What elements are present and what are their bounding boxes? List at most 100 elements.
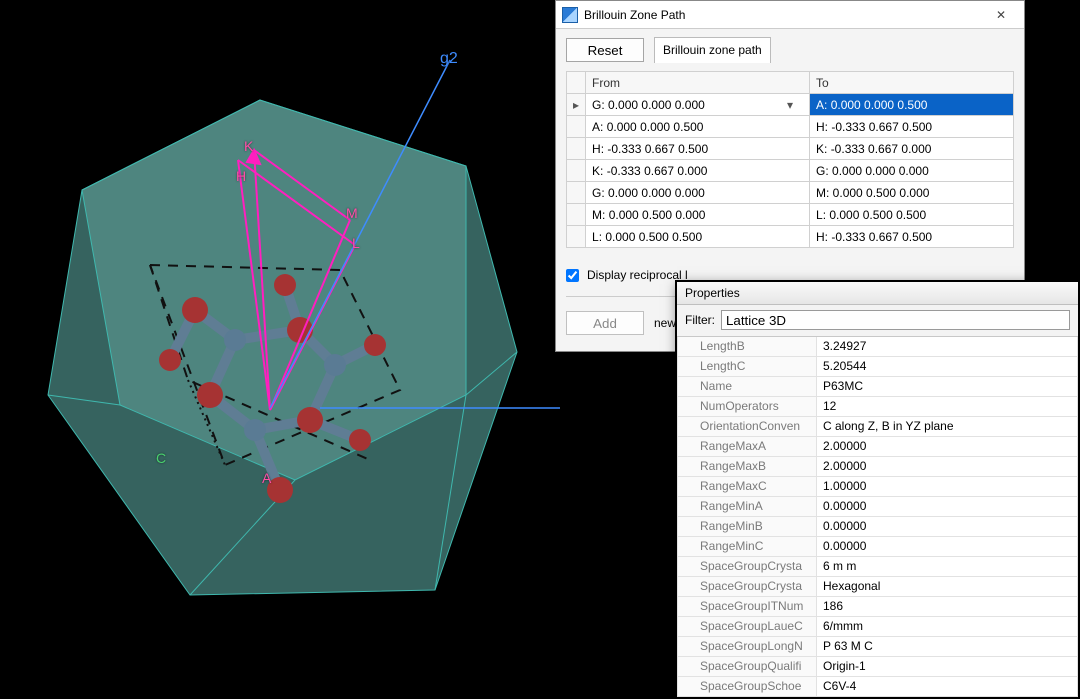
close-icon[interactable]: ✕ bbox=[984, 5, 1018, 25]
table-row[interactable]: G: 0.000 0.000 0.000M: 0.000 0.500 0.000 bbox=[567, 182, 1014, 204]
kpath-table[interactable]: From To ▸G: 0.000 0.000 0.000▾A: 0.000 0… bbox=[566, 71, 1014, 248]
properties-title: Properties bbox=[677, 282, 1078, 305]
table-row[interactable]: A: 0.000 0.000 0.500H: -0.333 0.667 0.50… bbox=[567, 116, 1014, 138]
property-key: LengthC bbox=[677, 357, 817, 377]
display-reciprocal-label: Display reciprocal l bbox=[587, 268, 688, 282]
property-row[interactable]: SpaceGroupCrysta6 m m bbox=[677, 557, 1078, 577]
property-value[interactable]: Hexagonal bbox=[817, 577, 1078, 597]
property-value[interactable]: 0.00000 bbox=[817, 537, 1078, 557]
axis-label-g2: g2 bbox=[440, 50, 458, 68]
properties-panel: Properties Filter: LengthB3.24927LengthC… bbox=[675, 280, 1080, 699]
property-row[interactable]: LengthC5.20544 bbox=[677, 357, 1078, 377]
property-row[interactable]: SpaceGroupLaueC6/mmm bbox=[677, 617, 1078, 637]
property-row[interactable]: RangeMinC0.00000 bbox=[677, 537, 1078, 557]
property-row[interactable]: SpaceGroupLongNP 63 M C bbox=[677, 637, 1078, 657]
dialog-titlebar[interactable]: Brillouin Zone Path ✕ bbox=[556, 1, 1024, 29]
property-value[interactable]: Origin-1 bbox=[817, 657, 1078, 677]
display-reciprocal-checkbox[interactable] bbox=[566, 269, 579, 282]
bz-point-L: L bbox=[352, 235, 360, 251]
cell-from[interactable]: M: 0.000 0.500 0.000 bbox=[586, 204, 810, 226]
table-row[interactable]: H: -0.333 0.667 0.500K: -0.333 0.667 0.0… bbox=[567, 138, 1014, 160]
property-value[interactable]: 2.00000 bbox=[817, 437, 1078, 457]
cell-from[interactable]: H: -0.333 0.667 0.500 bbox=[586, 138, 810, 160]
cell-to[interactable]: H: -0.333 0.667 0.500 bbox=[810, 226, 1014, 248]
property-key: RangeMaxB bbox=[677, 457, 817, 477]
bz-point-H: H bbox=[236, 168, 246, 184]
property-value[interactable]: 0.00000 bbox=[817, 517, 1078, 537]
column-to[interactable]: To bbox=[810, 72, 1014, 94]
reset-button[interactable]: Reset bbox=[566, 38, 644, 62]
property-row[interactable]: RangeMaxB2.00000 bbox=[677, 457, 1078, 477]
property-row[interactable]: SpaceGroupITNum186 bbox=[677, 597, 1078, 617]
cell-from[interactable]: G: 0.000 0.000 0.000▾ bbox=[586, 94, 810, 116]
column-from[interactable]: From bbox=[586, 72, 810, 94]
brillouin-zone-mesh bbox=[48, 100, 517, 595]
cell-to[interactable]: G: 0.000 0.000 0.000 bbox=[810, 160, 1014, 182]
table-row[interactable]: ▸G: 0.000 0.000 0.000▾A: 0.000 0.000 0.5… bbox=[567, 94, 1014, 116]
property-value[interactable]: 2.00000 bbox=[817, 457, 1078, 477]
dialog-title: Brillouin Zone Path bbox=[584, 8, 685, 22]
property-row[interactable]: SpaceGroupQualifiOrigin-1 bbox=[677, 657, 1078, 677]
bz-point-K: K bbox=[244, 138, 253, 154]
property-row[interactable]: OrientationConvenC along Z, B in YZ plan… bbox=[677, 417, 1078, 437]
property-key: SpaceGroupSchoe bbox=[677, 677, 817, 697]
filter-label: Filter: bbox=[685, 313, 715, 327]
cell-from[interactable]: L: 0.000 0.500 0.500 bbox=[586, 226, 810, 248]
property-key: RangeMinB bbox=[677, 517, 817, 537]
property-value[interactable]: 5.20544 bbox=[817, 357, 1078, 377]
row-marker bbox=[567, 182, 586, 204]
cell-to[interactable]: A: 0.000 0.000 0.500 bbox=[810, 94, 1014, 116]
property-row[interactable]: RangeMinA0.00000 bbox=[677, 497, 1078, 517]
property-value[interactable]: 1.00000 bbox=[817, 477, 1078, 497]
property-value[interactable]: C6V-4 bbox=[817, 677, 1078, 697]
property-key: RangeMaxA bbox=[677, 437, 817, 457]
property-row[interactable]: SpaceGroupSchoeC6V-4 bbox=[677, 677, 1078, 697]
property-row[interactable]: RangeMinB0.00000 bbox=[677, 517, 1078, 537]
table-row[interactable]: K: -0.333 0.667 0.000G: 0.000 0.000 0.00… bbox=[567, 160, 1014, 182]
cell-to[interactable]: M: 0.000 0.500 0.000 bbox=[810, 182, 1014, 204]
property-key: SpaceGroupLongN bbox=[677, 637, 817, 657]
tab-brillouin-zone-path[interactable]: Brillouin zone path bbox=[654, 37, 771, 63]
property-row[interactable]: NameP63MC bbox=[677, 377, 1078, 397]
cell-to[interactable]: L: 0.000 0.500 0.500 bbox=[810, 204, 1014, 226]
property-value[interactable]: 6 m m bbox=[817, 557, 1078, 577]
property-row[interactable]: RangeMaxA2.00000 bbox=[677, 437, 1078, 457]
cell-from[interactable]: G: 0.000 0.000 0.000 bbox=[586, 182, 810, 204]
property-value[interactable]: P 63 M C bbox=[817, 637, 1078, 657]
property-key: RangeMinA bbox=[677, 497, 817, 517]
properties-list[interactable]: LengthB3.24927LengthC5.20544NameP63MCNum… bbox=[677, 336, 1078, 697]
3d-viewport[interactable]: g2 K H M L A C bbox=[0, 0, 560, 684]
property-value[interactable]: 186 bbox=[817, 597, 1078, 617]
property-value[interactable]: P63MC bbox=[817, 377, 1078, 397]
row-marker bbox=[567, 226, 586, 248]
property-value[interactable]: 3.24927 bbox=[817, 337, 1078, 357]
property-key: SpaceGroupLaueC bbox=[677, 617, 817, 637]
filter-input[interactable] bbox=[721, 310, 1070, 330]
property-value[interactable]: 12 bbox=[817, 397, 1078, 417]
row-marker bbox=[567, 160, 586, 182]
property-value[interactable]: C along Z, B in YZ plane bbox=[817, 417, 1078, 437]
property-key: RangeMaxC bbox=[677, 477, 817, 497]
table-row[interactable]: L: 0.000 0.500 0.500H: -0.333 0.667 0.50… bbox=[567, 226, 1014, 248]
add-button[interactable]: Add bbox=[566, 311, 644, 335]
dropdown-icon[interactable]: ▾ bbox=[787, 98, 803, 112]
property-row[interactable]: NumOperators12 bbox=[677, 397, 1078, 417]
row-marker: ▸ bbox=[567, 94, 586, 116]
property-row[interactable]: SpaceGroupCrystaHexagonal bbox=[677, 577, 1078, 597]
property-value[interactable]: 6/mmm bbox=[817, 617, 1078, 637]
property-key: OrientationConven bbox=[677, 417, 817, 437]
row-marker bbox=[567, 116, 586, 138]
property-key: SpaceGroupCrysta bbox=[677, 577, 817, 597]
property-value[interactable]: 0.00000 bbox=[817, 497, 1078, 517]
property-key: Name bbox=[677, 377, 817, 397]
app-icon bbox=[562, 7, 578, 23]
property-row[interactable]: RangeMaxC1.00000 bbox=[677, 477, 1078, 497]
property-key: NumOperators bbox=[677, 397, 817, 417]
bz-point-A: A bbox=[262, 470, 271, 486]
property-row[interactable]: LengthB3.24927 bbox=[677, 337, 1078, 357]
cell-from[interactable]: A: 0.000 0.000 0.500 bbox=[586, 116, 810, 138]
cell-from[interactable]: K: -0.333 0.667 0.000 bbox=[586, 160, 810, 182]
table-row[interactable]: M: 0.000 0.500 0.000L: 0.000 0.500 0.500 bbox=[567, 204, 1014, 226]
cell-to[interactable]: K: -0.333 0.667 0.000 bbox=[810, 138, 1014, 160]
cell-to[interactable]: H: -0.333 0.667 0.500 bbox=[810, 116, 1014, 138]
